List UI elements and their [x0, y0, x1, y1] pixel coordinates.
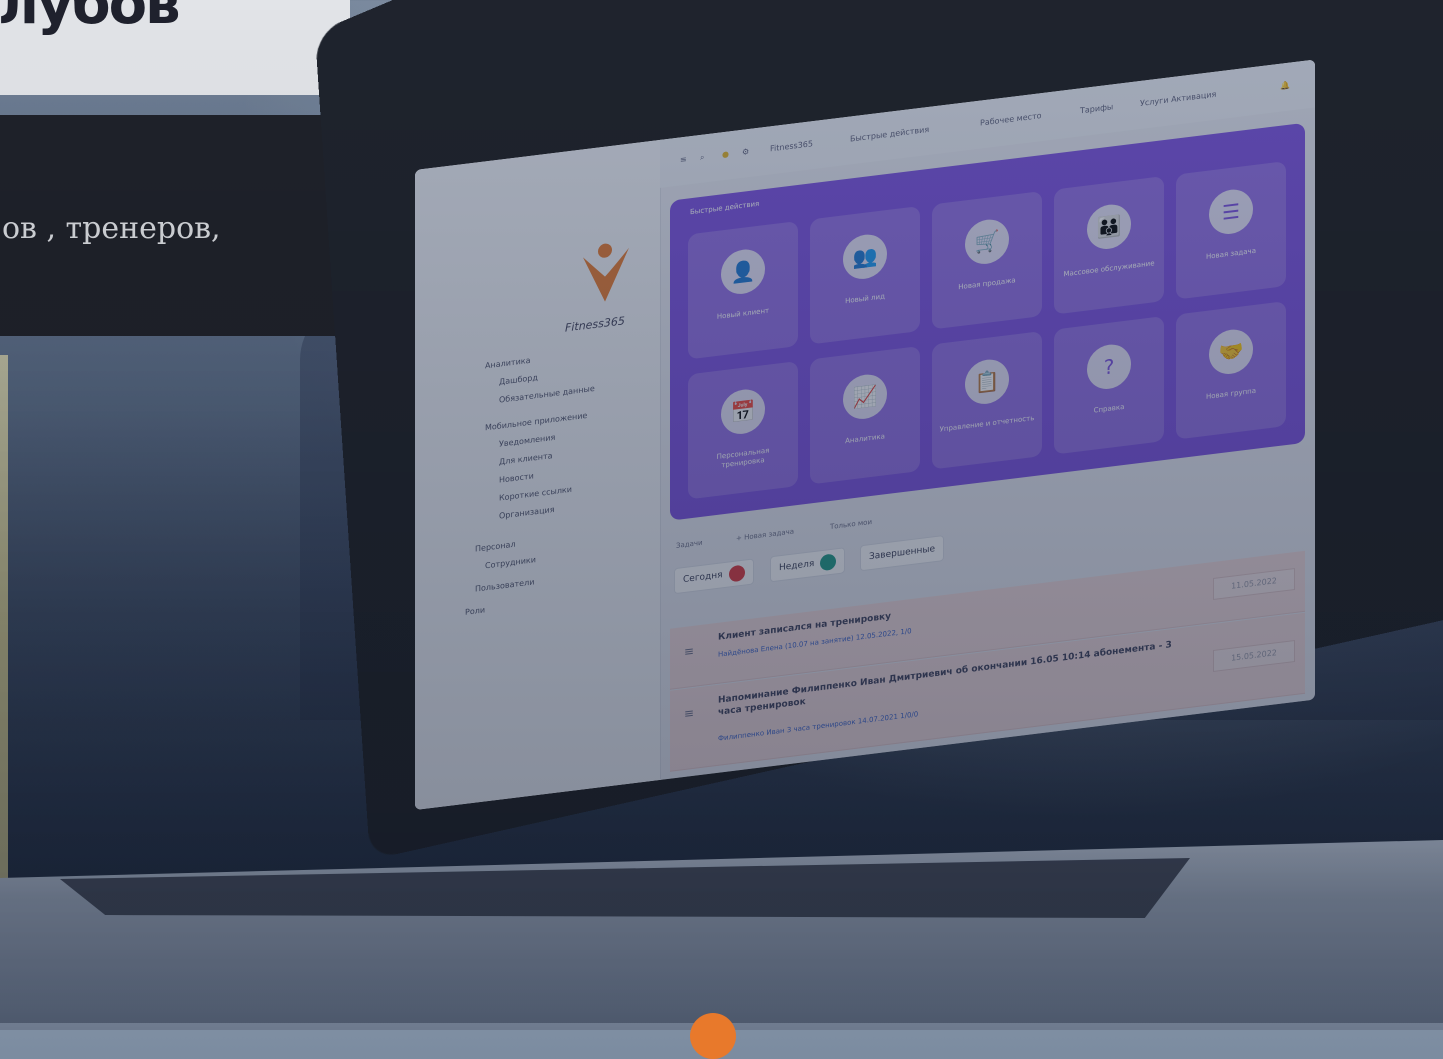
- sidebar-item-users[interactable]: Пользователи: [475, 577, 534, 593]
- sidebar: Fitness365 Аналитика Дашборд Обязательны…: [415, 139, 661, 810]
- sidebar-item-organization[interactable]: Организация: [499, 505, 555, 521]
- tile-help[interactable]: ? Справка: [1054, 316, 1164, 455]
- drag-handle-icon[interactable]: ≡: [684, 706, 694, 721]
- tab-week[interactable]: Неделя: [770, 547, 846, 583]
- brand-link[interactable]: Fitness365: [770, 139, 813, 153]
- sidebar-item-news[interactable]: Новости: [499, 471, 534, 484]
- logo-text: Fitness365: [565, 314, 625, 335]
- tile-management-reports[interactable]: 📋 Управление и отчетность: [932, 331, 1042, 470]
- handshake-icon: 🤝: [1209, 327, 1253, 377]
- title-card: лубов: [0, 0, 350, 95]
- tile-new-group[interactable]: 🤝 Новая группа: [1176, 301, 1286, 440]
- task-list-icon: ☰: [1209, 187, 1253, 237]
- lead-icon: 👥: [843, 232, 887, 282]
- tile-personal-training[interactable]: 📅 Персональная тренировка: [688, 360, 798, 500]
- tasks-label: Задачи: [676, 538, 703, 550]
- sale-icon: 🛒: [965, 217, 1009, 267]
- star-icon[interactable]: ●: [722, 149, 729, 159]
- tile-new-lead[interactable]: 👥 Новый лид: [810, 205, 920, 345]
- tab-today[interactable]: Сегодня: [674, 558, 754, 595]
- sidebar-item-analytics[interactable]: Аналитика: [485, 356, 531, 371]
- tab-completed[interactable]: Завершенные: [860, 535, 945, 572]
- subtitle-card: ов , тренеров,: [0, 115, 350, 336]
- tile-new-task[interactable]: ☰ Новая задача: [1176, 161, 1286, 300]
- sidebar-item-employees[interactable]: Сотрудники: [485, 555, 536, 570]
- task-date: 15.05.2022: [1213, 639, 1295, 673]
- sidebar-item-for-client[interactable]: Для клиента: [499, 451, 553, 467]
- tile-new-client[interactable]: 👤 Новый клиент: [688, 220, 798, 360]
- search-icon[interactable]: ⌕: [700, 152, 704, 163]
- report-icon: 📋: [965, 357, 1009, 407]
- sidebar-item-notifications[interactable]: Уведомления: [499, 433, 555, 449]
- workplace-link[interactable]: Рабочее место: [980, 111, 1042, 128]
- quick-actions-panel: Быстрые действия 👤 Новый клиент 👥 Новый …: [670, 122, 1305, 521]
- task-date: 11.05.2022: [1213, 567, 1295, 601]
- sidebar-item-dashboard[interactable]: Дашборд: [499, 373, 538, 387]
- page-title: лубов: [0, 0, 181, 37]
- fitness-logo-icon: [583, 243, 629, 302]
- week-badge: [820, 552, 837, 571]
- tariffs-link[interactable]: Тарифы: [1080, 102, 1113, 115]
- sidebar-item-short-links[interactable]: Короткие ссылки: [499, 485, 572, 503]
- only-mine-toggle[interactable]: Только мои: [830, 518, 872, 531]
- sidebar-item-roles[interactable]: Роли: [465, 605, 485, 616]
- page-subtitle: ов , тренеров,: [2, 211, 221, 246]
- orange-dot: [690, 1013, 736, 1059]
- services-link[interactable]: Услуги Активация: [1140, 90, 1216, 108]
- help-icon: ?: [1087, 342, 1131, 392]
- sidebar-item-required-data[interactable]: Обязательные данные: [499, 384, 595, 405]
- user-plus-icon: 👤: [721, 247, 765, 297]
- tile-new-sale[interactable]: 🛒 Новая продажа: [932, 191, 1042, 330]
- drag-handle-icon[interactable]: ≡: [684, 644, 694, 659]
- calendar-icon: 📅: [721, 387, 765, 437]
- quick-actions-title: Быстрые действия: [690, 199, 760, 217]
- today-badge: [728, 564, 745, 582]
- laptop-screen: Fitness365 Аналитика Дашборд Обязательны…: [415, 59, 1315, 810]
- tile-mass-service[interactable]: 👪 Массовое обслуживание: [1054, 176, 1164, 315]
- tile-analytics[interactable]: 📈 Аналитика: [810, 345, 920, 485]
- bell-icon[interactable]: 🔔: [1280, 81, 1290, 91]
- quick-actions-link[interactable]: Быстрые действия: [850, 125, 929, 144]
- sidebar-item-personnel[interactable]: Персонал: [475, 540, 516, 554]
- menu-icon[interactable]: ≡: [680, 155, 687, 165]
- settings-icon[interactable]: ⚙: [742, 147, 749, 157]
- chart-icon: 📈: [843, 372, 887, 422]
- sidebar-item-mobile-app[interactable]: Мобильное приложение: [485, 411, 587, 433]
- new-task-button[interactable]: + Новая задача: [736, 527, 794, 542]
- group-icon: 👪: [1087, 202, 1131, 252]
